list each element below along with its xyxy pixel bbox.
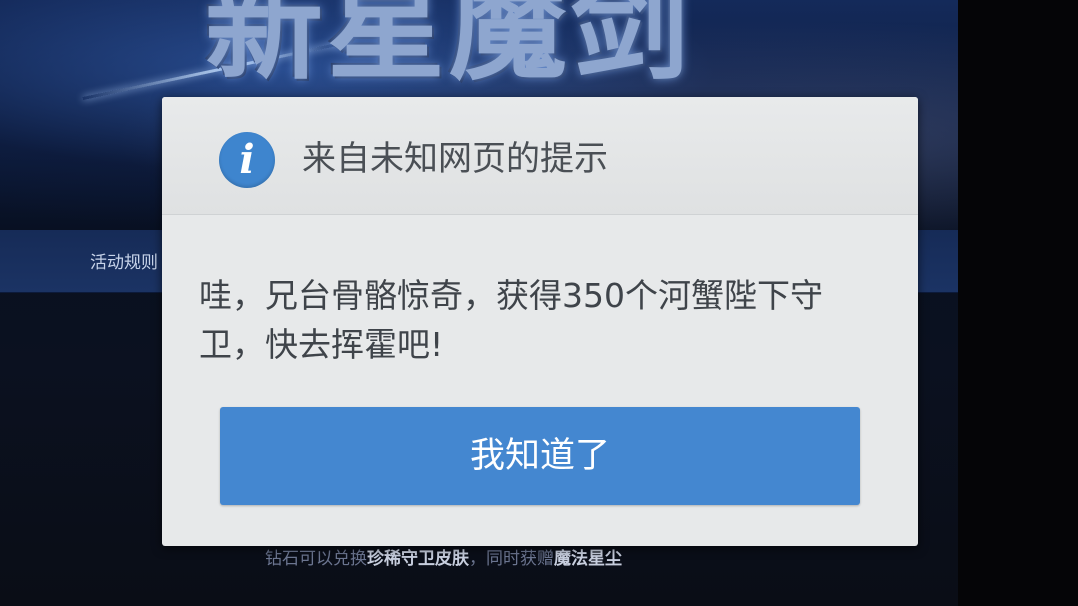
dialog-header: i 来自未知网页的提示 <box>162 97 918 215</box>
exchange-info-text: 钻石可以兑换珍稀守卫皮肤，同时获赠魔法星尘 <box>265 544 622 569</box>
banner-title: 新星魔剑 <box>205 0 694 96</box>
exchange-text-middle: ，同时获赠 <box>469 549 554 569</box>
info-icon: i <box>219 132 275 188</box>
screen-margin <box>958 0 1078 606</box>
dialog-title: 来自未知网页的提示 <box>302 139 608 179</box>
dialog-message: 哇，兄台骨骼惊奇，获得350个河蟹陛下守卫，快去挥霍吧! <box>199 276 823 364</box>
exchange-text-prefix: 钻石可以兑换 <box>265 549 367 569</box>
screen: 新星魔剑 活动规则 钻石可以兑换珍稀守卫皮肤，同时获赠魔法星尘 i 来自未知网页… <box>0 0 1078 606</box>
exchange-text-skin: 珍稀守卫皮肤 <box>367 549 469 569</box>
ok-button[interactable]: 我知道了 <box>220 407 860 505</box>
alert-dialog: i 来自未知网页的提示 哇，兄台骨骼惊奇，获得350个河蟹陛下守卫，快去挥霍吧!… <box>162 97 918 546</box>
activity-rules-link[interactable]: 活动规则 <box>90 248 162 273</box>
exchange-text-stardust: 魔法星尘 <box>554 549 622 569</box>
info-icon-glyph: i <box>239 136 255 183</box>
